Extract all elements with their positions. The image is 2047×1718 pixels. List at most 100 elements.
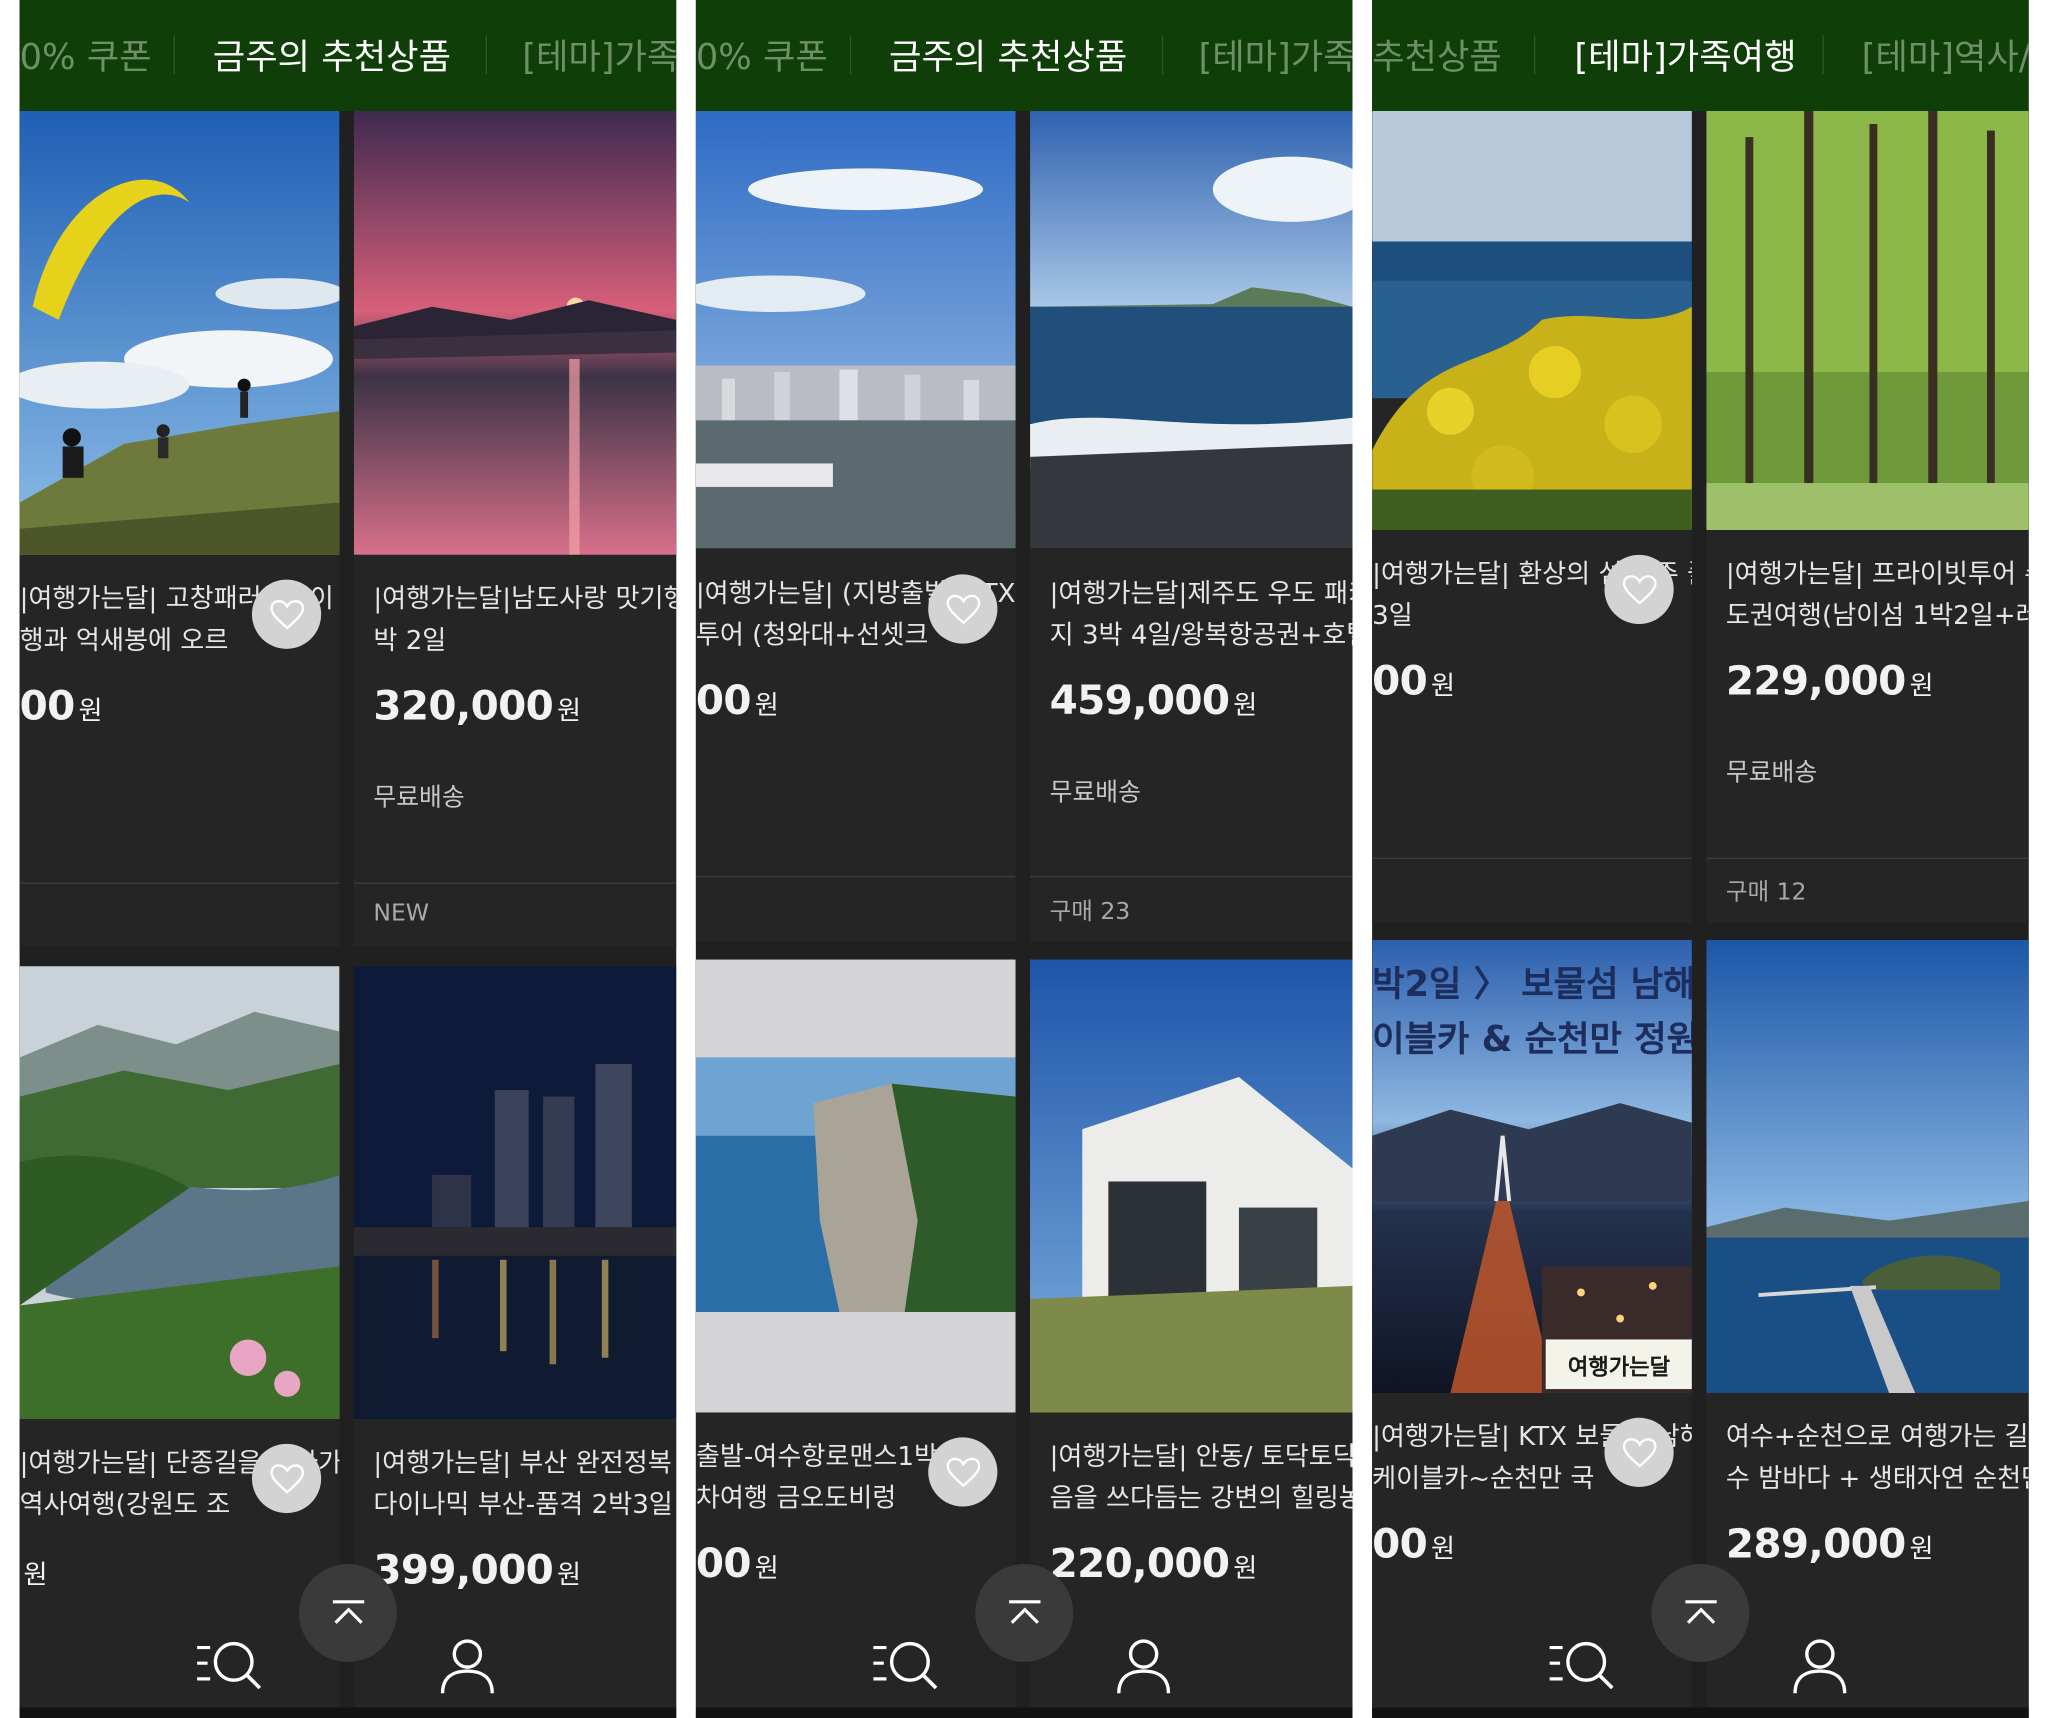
product-price: 459,000 원 xyxy=(1050,678,1258,725)
product-title[interactable]: 여수+순천으로 여행가는 길 수 밤바다 + 생태자연 순천만 xyxy=(1726,1415,2029,1499)
product-title-line: |여행가는달|제주도 우도 패키 xyxy=(1049,577,1353,609)
tab-separator xyxy=(173,35,175,75)
tab-coupon[interactable]: 0% 쿠폰 xyxy=(696,29,828,80)
product-card[interactable]: |여행가는달|남도사랑 맛기행 박 2일 320,000 원 무료배송 NEW xyxy=(353,110,677,947)
product-card[interactable]: |여행가는달| 환상의 섬 제주 풀 3일 00 원 xyxy=(1372,110,1692,923)
price-value: 459,000 xyxy=(1049,677,1230,725)
product-title[interactable]: |여행가는달| 안동/ 토닥토닥 음을 쓰다듬는 강변의 힐링농 xyxy=(1050,1435,1353,1519)
product-title-line: |여행가는달| 부산 완전정복 / xyxy=(373,1446,677,1478)
price-value: 289,000 xyxy=(1725,1520,1906,1568)
product-title[interactable]: |여행가는달| 부산 완전정복 / 다이나믹 부산-품격 2박3일 xyxy=(373,1441,676,1525)
category-tab-bar: 0% 쿠폰 금주의 추천상품 [테마]가족여 xyxy=(19,0,677,111)
product-price: 00 원 xyxy=(1372,1521,1455,1568)
product-title-line: 여수+순천으로 여행가는 길 xyxy=(1725,1420,2029,1452)
product-title-line: 다이나믹 부산-품격 2박3일 xyxy=(373,1488,673,1520)
system-navigation-strip xyxy=(19,1707,677,1718)
product-image[interactable] xyxy=(19,110,340,555)
heart-outline-icon xyxy=(945,1457,980,1487)
product-image[interactable] xyxy=(353,110,677,555)
price-currency: 원 xyxy=(78,694,103,726)
tab-weekly-recommend[interactable]: 추천상품 xyxy=(1372,29,1502,80)
wishlist-button[interactable] xyxy=(251,579,322,649)
product-title[interactable]: 출발-여수항로맨스1박2 차여행 금오도비렁 xyxy=(696,1435,955,1519)
wishlist-button[interactable] xyxy=(928,1437,998,1507)
product-title[interactable]: |여행가는달|남도사랑 맛기행 박 2일 xyxy=(373,577,676,661)
product-price: 00 원 xyxy=(696,678,779,725)
tab-weekly-recommend[interactable]: 금주의 추천상품 xyxy=(889,29,1127,80)
product-title-line: 박 2일 xyxy=(373,624,447,656)
shipping-info: 무료배송 xyxy=(1725,758,1818,788)
menu-search-icon[interactable] xyxy=(1547,1637,1620,1690)
product-image[interactable] xyxy=(1706,939,2029,1393)
shipping-info: 무료배송 xyxy=(1049,778,1141,807)
bottom-navigation xyxy=(20,1580,677,1718)
product-image[interactable] xyxy=(1706,110,2029,531)
user-icon[interactable] xyxy=(1116,1637,1171,1694)
heart-outline-icon xyxy=(945,594,980,624)
product-card[interactable]: |여행가는달| 고창패러글라이 행과 억새봉에 오르 00 원 xyxy=(19,110,340,947)
product-card[interactable]: |여행가는달| (지방출발) KTX 투어 (청와대+선셋크 00 원 xyxy=(695,110,1016,942)
menu-search-icon[interactable] xyxy=(871,1637,944,1690)
tab-theme-family[interactable]: [테마]가족여 xyxy=(1198,29,1352,80)
price-currency: 원 xyxy=(557,694,582,726)
tab-theme-family[interactable]: [테마]가족여 xyxy=(522,29,676,80)
price-value: 00 xyxy=(695,677,752,725)
product-title[interactable]: |여행가는달|제주도 우도 패키 지 3박 4일/왕복항공권+호텔 xyxy=(1050,572,1353,656)
product-card[interactable]: |여행가는달| 프라이빗투어 수 도권여행(남이섬 1박2일+레 229,000… xyxy=(1706,110,2029,923)
tab-theme-family[interactable]: [테마]가족여행 xyxy=(1574,29,1796,80)
price-currency: 원 xyxy=(1431,669,1456,702)
menu-search-icon[interactable] xyxy=(195,1637,268,1690)
product-price: 289,000 원 xyxy=(1726,1521,1934,1568)
product-title[interactable]: |여행가는달| 프라이빗투어 수 도권여행(남이섬 1박2일+레 xyxy=(1726,552,2029,636)
price-value: 00 xyxy=(19,682,76,730)
screen-2: 0% 쿠폰 금주의 추천상품 [테마]가족여 xyxy=(695,0,1353,1718)
system-navigation-strip xyxy=(695,1707,1353,1718)
product-image[interactable] xyxy=(1372,110,1692,531)
heart-outline-icon xyxy=(269,1463,304,1494)
product-title-line: 차여행 금오도비렁 xyxy=(695,1481,897,1514)
price-value: 00 xyxy=(1372,657,1428,705)
user-icon[interactable] xyxy=(1792,1637,1847,1694)
product-title-line: 수 밤바다 + 생태자연 순천만 xyxy=(1725,1462,2029,1494)
tab-separator xyxy=(1161,35,1164,75)
product-title-line: |여행가는달| 프라이빗투어 수 xyxy=(1725,557,2029,589)
price-value: 229,000 xyxy=(1725,657,1906,705)
tab-separator xyxy=(485,35,487,75)
product-image[interactable] xyxy=(695,959,1016,1413)
poster-text: 박2일 〉 보물섬 남해 이블카 & 순천만 정원 xyxy=(1372,958,1692,1068)
product-price: 00 원 xyxy=(1372,658,1455,705)
tab-coupon[interactable]: 0% 쿠폰 xyxy=(20,29,152,80)
tab-theme-history[interactable]: [테마]역사/ xyxy=(1862,29,2029,80)
tab-separator xyxy=(1533,35,1536,75)
product-image[interactable]: 박2일 〉 보물섬 남해 이블카 & 순천만 정원 여행가는달 xyxy=(1372,939,1692,1393)
product-price: 320,000 원 xyxy=(373,683,581,730)
tab-separator xyxy=(1822,35,1824,75)
card-divider xyxy=(1706,857,2029,860)
product-title-line: 지 3박 4일/왕복항공권+호텔 xyxy=(1049,618,1353,651)
product-card[interactable]: |여행가는달|제주도 우도 패키 지 3박 4일/왕복항공권+호텔 459,00… xyxy=(1030,110,1353,942)
category-tab-bar: 0% 쿠폰 금주의 추천상품 [테마]가족여 xyxy=(695,0,1353,111)
card-divider xyxy=(1372,857,1692,860)
product-price: 229,000 원 xyxy=(1726,658,1934,705)
bottom-navigation xyxy=(1372,1580,2029,1718)
bottom-navigation xyxy=(696,1580,1353,1718)
card-divider xyxy=(19,882,340,884)
product-image[interactable] xyxy=(1030,959,1353,1413)
product-image[interactable] xyxy=(19,966,340,1420)
category-tab-bar: 추천상품 [테마]가족여행 [테마]역사/ xyxy=(1372,0,2029,111)
wishlist-button[interactable] xyxy=(1604,1417,1674,1487)
product-image[interactable] xyxy=(1030,110,1353,549)
wishlist-button[interactable] xyxy=(1604,554,1674,625)
product-image[interactable] xyxy=(353,966,677,1420)
wishlist-button[interactable] xyxy=(251,1443,322,1514)
wishlist-button[interactable] xyxy=(928,574,998,644)
tab-weekly-recommend[interactable]: 금주의 추천상품 xyxy=(213,29,451,80)
product-title-line: 음을 쓰다듬는 강변의 힐링농 xyxy=(1049,1481,1353,1514)
product-image[interactable] xyxy=(695,110,1016,549)
screen-1: 0% 쿠폰 금주의 추천상품 [테마]가족여 xyxy=(19,0,677,1718)
price-currency: 원 xyxy=(754,689,779,721)
price-currency: 원 xyxy=(1233,689,1258,721)
poster-line: 이블카 & 순천만 정원 xyxy=(1372,1019,1692,1061)
user-icon[interactable] xyxy=(440,1637,495,1694)
poster-line: 박2일 〉 보물섬 남해 xyxy=(1372,964,1692,1006)
